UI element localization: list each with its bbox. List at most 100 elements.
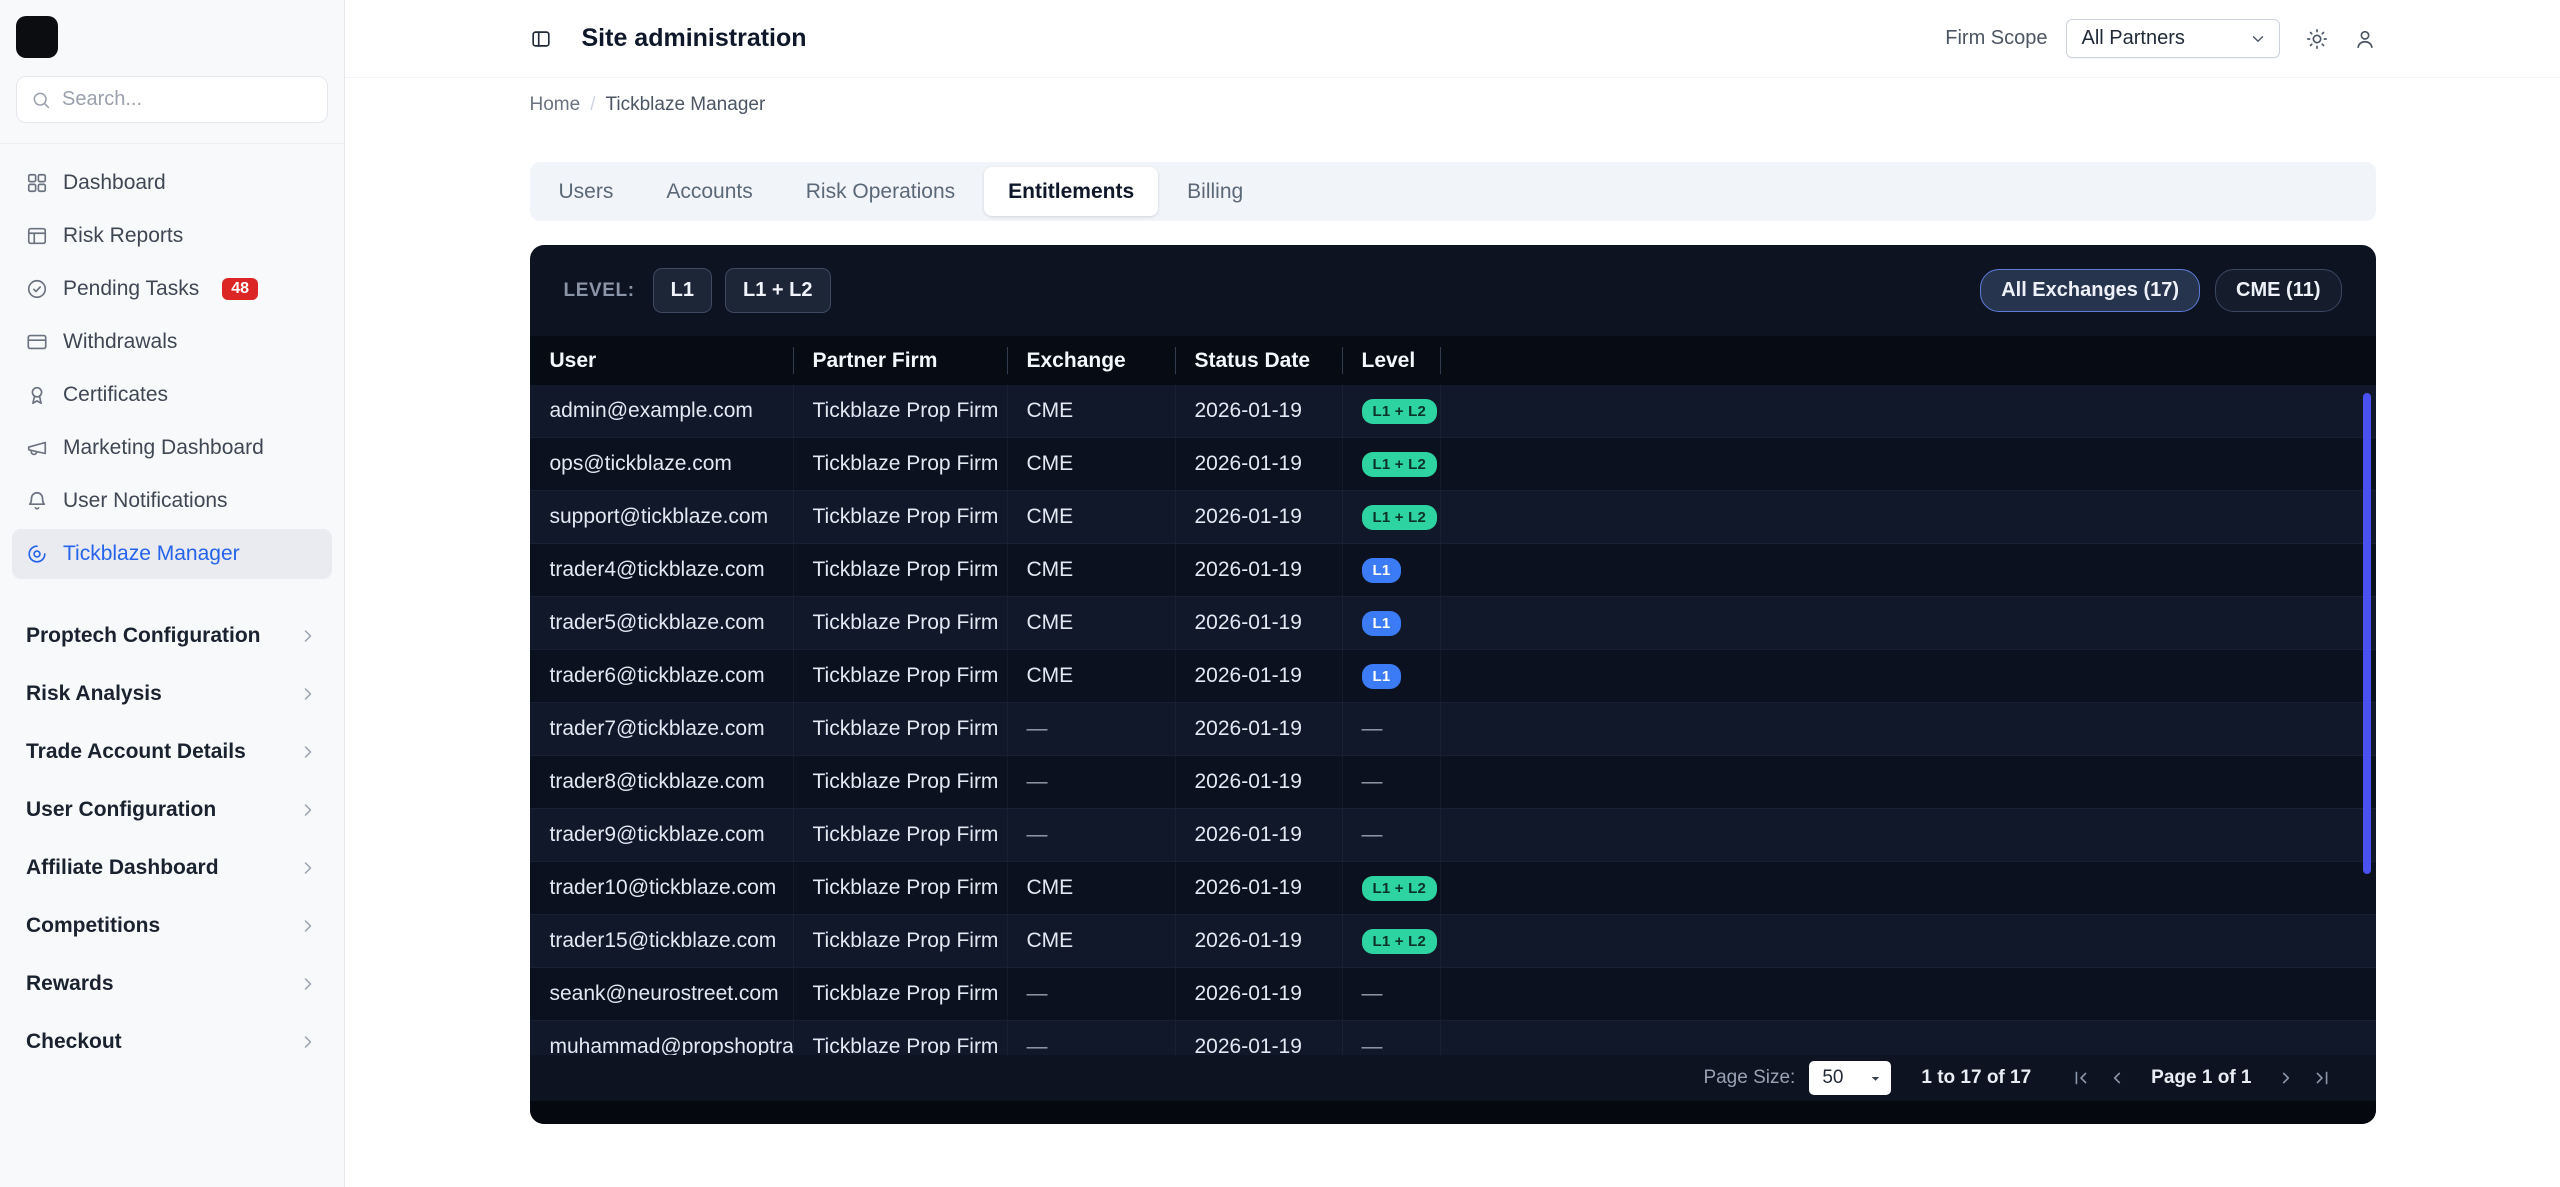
sidebar-item-tickblaze-manager[interactable]: Tickblaze Manager [12, 529, 332, 579]
sidebar-section-rewards[interactable]: Rewards [12, 955, 332, 1013]
chevron-right-icon [298, 974, 318, 994]
user-menu-icon[interactable] [2354, 28, 2376, 50]
cell-user: trader4@tickblaze.com [549, 558, 765, 581]
level-filter-label: LEVEL: [563, 279, 635, 301]
table-row[interactable]: trader7@tickblaze.com Tickblaze Prop Firm… [529, 703, 2376, 756]
column-header-status-date[interactable]: Status Date [1174, 336, 1342, 385]
cell-exchange: — [1006, 1021, 1175, 1055]
cell-user: admin@example.com [549, 399, 753, 422]
exchange-filter-cme-11[interactable]: CME (11) [2215, 269, 2342, 312]
sidebar-section-user-configuration[interactable]: User Configuration [12, 781, 332, 839]
search-box[interactable] [16, 76, 328, 123]
firm-scope-select[interactable]: All Partners [2065, 19, 2280, 58]
level-button-l1-l2[interactable]: L1 + L2 [725, 268, 831, 313]
table-row[interactable]: ops@tickblaze.com Tickblaze Prop Firm CME 2… [529, 438, 2376, 491]
cell-user: trader10@tickblaze.com [549, 876, 777, 899]
column-header-exchange[interactable]: Exchange [1006, 336, 1175, 385]
table-row[interactable]: trader5@tickblaze.com Tickblaze Prop Firm… [529, 597, 2376, 650]
sidebar-item-user-notifications[interactable]: User Notifications [12, 476, 332, 526]
sidebar-section-affiliate-dashboard[interactable]: Affiliate Dashboard [12, 839, 332, 897]
sidebar-item-pending-tasks[interactable]: Pending Tasks 48 [12, 264, 332, 314]
chevron-right-icon [298, 742, 318, 762]
sidebar-item-label: Certificates [63, 383, 169, 406]
notifications-icon [26, 490, 48, 512]
table-row[interactable]: trader8@tickblaze.com Tickblaze Prop Firm… [529, 756, 2376, 809]
main-area: Site administration Firm Scope All Partn… [345, 0, 2560, 1187]
first-page-button[interactable] [2067, 1064, 2095, 1092]
tab-entitlements[interactable]: Entitlements [984, 167, 1159, 216]
entitlements-panel: LEVEL: L1 L1 + L2 All Exchanges (17) CME (… [529, 245, 2376, 1124]
breadcrumb-home-link[interactable]: Home [530, 94, 581, 116]
sidebar-sections: Proptech Configuration Risk Analysis Trade… [0, 579, 344, 1071]
column-header-level[interactable]: Level [1341, 336, 1440, 385]
page-indicator: Page 1 of 1 [2151, 1067, 2252, 1088]
scrollbar-thumb[interactable] [2362, 393, 2371, 874]
tab-billing[interactable]: Billing [1163, 167, 1267, 216]
cell-filler [1439, 438, 2376, 490]
next-page-button[interactable] [2272, 1064, 2300, 1092]
risk-reports-icon [26, 225, 48, 247]
app-logo[interactable] [16, 16, 58, 58]
sidebar-item-risk-reports[interactable]: Risk Reports [12, 211, 332, 261]
page-size-select[interactable]: 50 [1809, 1061, 1892, 1095]
last-page-button[interactable] [2308, 1064, 2336, 1092]
cell-user: muhammad@propshoptrad [549, 1035, 793, 1055]
tab-risk-operations[interactable]: Risk Operations [782, 167, 979, 216]
sidebar-item-certificates[interactable]: Certificates [12, 370, 332, 420]
page-title: Site administration [581, 24, 807, 52]
sidebar-toggle-icon[interactable] [530, 28, 552, 50]
sidebar-section-risk-analysis[interactable]: Risk Analysis [12, 665, 332, 723]
column-header-user[interactable]: User [530, 336, 793, 385]
cell-filler [1439, 756, 2376, 808]
level-badge: L1 [1361, 610, 1402, 636]
cell-level: L1 + L2 [1341, 862, 1440, 914]
sidebar-section-trade-account-details[interactable]: Trade Account Details [12, 723, 332, 781]
cell-exchange: CME [1006, 650, 1175, 702]
sidebar-item-withdrawals[interactable]: Withdrawals [12, 317, 332, 367]
sidebar-section-label: Risk Analysis [26, 682, 162, 705]
column-header-partner-firm[interactable]: Partner Firm [792, 336, 1007, 385]
sidebar-section-proptech-configuration[interactable]: Proptech Configuration [12, 607, 332, 665]
table-row[interactable]: trader10@tickblaze.com Tickblaze Prop Fir… [529, 862, 2376, 915]
level-badge: L1 + L2 [1361, 875, 1438, 901]
table-row[interactable]: trader15@tickblaze.com Tickblaze Prop Fir… [529, 915, 2376, 968]
sidebar-item-marketing-dashboard[interactable]: Marketing Dashboard [12, 423, 332, 473]
table-row[interactable]: trader6@tickblaze.com Tickblaze Prop Firm… [529, 650, 2376, 703]
level-badge: L1 + L2 [1361, 504, 1438, 530]
cell-exchange: CME [1006, 915, 1175, 967]
tab-accounts[interactable]: Accounts [642, 167, 776, 216]
table-row[interactable]: admin@example.com Tickblaze Prop Firm CME 2… [529, 385, 2376, 438]
table-row[interactable]: trader9@tickblaze.com Tickblaze Prop Firm… [529, 809, 2376, 862]
cell-partner-firm: Tickblaze Prop Firm [792, 862, 1007, 914]
sidebar-item-label: User Notifications [63, 489, 228, 512]
cell-user: trader7@tickblaze.com [549, 717, 765, 740]
tab-users[interactable]: Users [535, 167, 638, 216]
cell-filler [1439, 491, 2376, 543]
table-row[interactable]: seank@neurostreet.com Tickblaze Prop Firm… [529, 968, 2376, 1021]
cell-partner-firm: Tickblaze Prop Firm [792, 756, 1007, 808]
cell-status-date: 2026-01-19 [1174, 597, 1342, 649]
cell-partner-firm: Tickblaze Prop Firm [792, 438, 1007, 490]
sidebar-item-label: Marketing Dashboard [63, 436, 264, 459]
chevron-right-icon [298, 916, 318, 936]
sidebar-section-checkout[interactable]: Checkout [12, 1013, 332, 1071]
cell-exchange: — [1006, 968, 1175, 1020]
exchange-filter-all-exchanges-17[interactable]: All Exchanges (17) [1980, 269, 2201, 312]
cell-user: trader5@tickblaze.com [549, 611, 765, 634]
level-button-l1[interactable]: L1 [652, 268, 713, 313]
firm-scope-value: All Partners [2081, 27, 2185, 49]
previous-page-button[interactable] [2103, 1064, 2131, 1092]
level-badge: L1 [1361, 557, 1402, 583]
search-input[interactable] [62, 88, 313, 111]
withdrawals-icon [26, 331, 48, 353]
table-row[interactable]: support@tickblaze.com Tickblaze Prop Firm… [529, 491, 2376, 544]
table-row[interactable]: trader4@tickblaze.com Tickblaze Prop Firm… [529, 544, 2376, 597]
cell-filler [1439, 968, 2376, 1020]
cell-status-date: 2026-01-19 [1174, 385, 1342, 437]
cell-level: L1 [1341, 544, 1440, 596]
table-row[interactable]: muhammad@propshoptrad Tickblaze Prop Firm… [529, 1021, 2376, 1055]
sidebar-item-dashboard[interactable]: Dashboard [12, 158, 332, 208]
sidebar-section-competitions[interactable]: Competitions [12, 897, 332, 955]
theme-toggle-sun-icon[interactable] [2306, 28, 2328, 50]
exchange-filter-group: All Exchanges (17) CME (11) [1980, 269, 2342, 312]
